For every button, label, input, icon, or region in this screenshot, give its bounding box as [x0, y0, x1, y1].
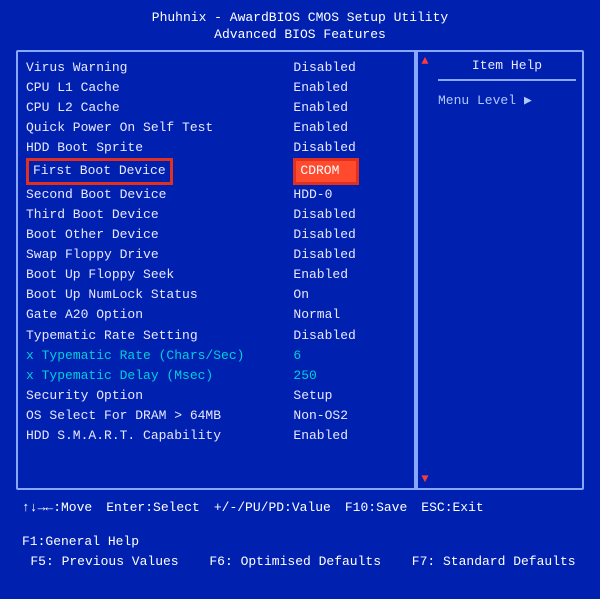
- setting-label: Gate A20 Option: [26, 305, 263, 325]
- setting-row[interactable]: Quick Power On Self Test Enabled: [26, 118, 408, 138]
- setting-value[interactable]: Disabled: [293, 245, 408, 265]
- hint-save: F10:Save: [345, 498, 407, 518]
- setting-row[interactable]: Swap Floppy Drive Disabled: [26, 245, 408, 265]
- setting-label: Second Boot Device: [26, 185, 263, 205]
- menu-level: Menu Level ▶: [438, 93, 576, 108]
- hint-prev-values: F5: Previous Values: [30, 552, 178, 572]
- setting-label: CPU L1 Cache: [26, 78, 263, 98]
- footer-hints: ↑↓→←:Move Enter:Select +/-/PU/PD:Value F…: [16, 498, 584, 572]
- help-panel: Item Help Menu Level ▶: [432, 52, 582, 488]
- hint-exit: ESC:Exit: [421, 498, 483, 518]
- setting-value[interactable]: Enabled: [293, 265, 408, 285]
- setting-value[interactable]: Disabled: [293, 225, 408, 245]
- hint-help: F1:General Help: [22, 532, 139, 552]
- scrollbar[interactable]: ▲ ▼: [416, 52, 432, 488]
- setting-row[interactable]: Boot Up Floppy Seek Enabled: [26, 265, 408, 285]
- setting-label: Typematic Rate Setting: [26, 326, 263, 346]
- setting-value[interactable]: Disabled: [293, 326, 408, 346]
- setting-value[interactable]: Enabled: [293, 426, 408, 446]
- setting-row[interactable]: CPU L2 Cache Enabled: [26, 98, 408, 118]
- setting-row[interactable]: Boot Up NumLock Status On: [26, 285, 408, 305]
- setting-label: HDD Boot Sprite: [26, 138, 263, 158]
- setting-value[interactable]: Setup: [293, 386, 408, 406]
- item-help-heading: Item Help: [438, 58, 576, 81]
- scroll-up-icon[interactable]: ▲: [418, 54, 432, 68]
- setting-label: Swap Floppy Drive: [26, 245, 263, 265]
- setting-value[interactable]: Enabled: [293, 118, 408, 138]
- setting-label: Typematic Rate (Chars/Sec): [26, 346, 263, 366]
- setting-row[interactable]: HDD Boot Sprite Disabled: [26, 138, 408, 158]
- setting-value[interactable]: On: [293, 285, 408, 305]
- setting-value[interactable]: 6: [293, 346, 408, 366]
- setting-value[interactable]: Enabled: [293, 98, 408, 118]
- setting-value[interactable]: Disabled: [293, 205, 408, 225]
- scroll-down-icon[interactable]: ▼: [418, 472, 432, 486]
- settings-list[interactable]: Virus Warning Disabled CPU L1 Cache Enabled…: [18, 52, 416, 488]
- setting-label: Boot Up NumLock Status: [26, 285, 263, 305]
- setting-row[interactable]: Gate A20 Option Normal: [26, 305, 408, 325]
- setting-label: First Boot Device: [26, 158, 263, 184]
- setting-row[interactable]: Typematic Rate Setting Disabled: [26, 326, 408, 346]
- menu-level-label: Menu Level: [438, 93, 516, 108]
- setting-row[interactable]: CPU L1 Cache Enabled: [26, 78, 408, 98]
- setting-label: Boot Up Floppy Seek: [26, 265, 263, 285]
- setting-label: Virus Warning: [26, 58, 263, 78]
- hint-move: ↑↓→←:Move: [22, 498, 92, 518]
- setting-value[interactable]: CDROM: [293, 158, 408, 184]
- bios-title-line1: Phuhnix - AwardBIOS CMOS Setup Utility: [16, 10, 584, 27]
- main-panel: Virus Warning Disabled CPU L1 Cache Enabled…: [16, 50, 584, 490]
- setting-row[interactable]: First Boot Device CDROM: [26, 158, 408, 184]
- setting-value[interactable]: 250: [293, 366, 408, 386]
- setting-row[interactable]: Typematic Delay (Msec) 250: [26, 366, 408, 386]
- setting-value[interactable]: Disabled: [293, 138, 408, 158]
- setting-label: HDD S.M.A.R.T. Capability: [26, 426, 263, 446]
- hint-standard-defaults: F7: Standard Defaults: [412, 552, 576, 572]
- setting-row[interactable]: HDD S.M.A.R.T. Capability Enabled: [26, 426, 408, 446]
- setting-row[interactable]: Third Boot Device Disabled: [26, 205, 408, 225]
- setting-label: Security Option: [26, 386, 263, 406]
- hint-optimised-defaults: F6: Optimised Defaults: [209, 552, 381, 572]
- setting-value[interactable]: HDD-0: [293, 185, 408, 205]
- setting-label: Typematic Delay (Msec): [26, 366, 263, 386]
- setting-value[interactable]: Disabled: [293, 58, 408, 78]
- hint-value: +/-/PU/PD:Value: [214, 498, 331, 518]
- setting-label: Boot Other Device: [26, 225, 263, 245]
- bios-title: Phuhnix - AwardBIOS CMOS Setup Utility A…: [16, 10, 584, 44]
- hint-select: Enter:Select: [106, 498, 200, 518]
- setting-row[interactable]: OS Select For DRAM > 64MB Non-OS2: [26, 406, 408, 426]
- setting-row[interactable]: Security Option Setup: [26, 386, 408, 406]
- menu-level-arrow-icon: ▶: [524, 93, 532, 108]
- setting-row[interactable]: Virus Warning Disabled: [26, 58, 408, 78]
- setting-value[interactable]: Enabled: [293, 78, 408, 98]
- setting-row[interactable]: Boot Other Device Disabled: [26, 225, 408, 245]
- setting-row[interactable]: Second Boot Device HDD-0: [26, 185, 408, 205]
- setting-value[interactable]: Normal: [293, 305, 408, 325]
- setting-row[interactable]: Typematic Rate (Chars/Sec) 6: [26, 346, 408, 366]
- setting-label: OS Select For DRAM > 64MB: [26, 406, 263, 426]
- bios-title-line2: Advanced BIOS Features: [16, 27, 584, 44]
- setting-label: Third Boot Device: [26, 205, 263, 225]
- setting-value[interactable]: Non-OS2: [293, 406, 408, 426]
- setting-label: Quick Power On Self Test: [26, 118, 263, 138]
- setting-label: CPU L2 Cache: [26, 98, 263, 118]
